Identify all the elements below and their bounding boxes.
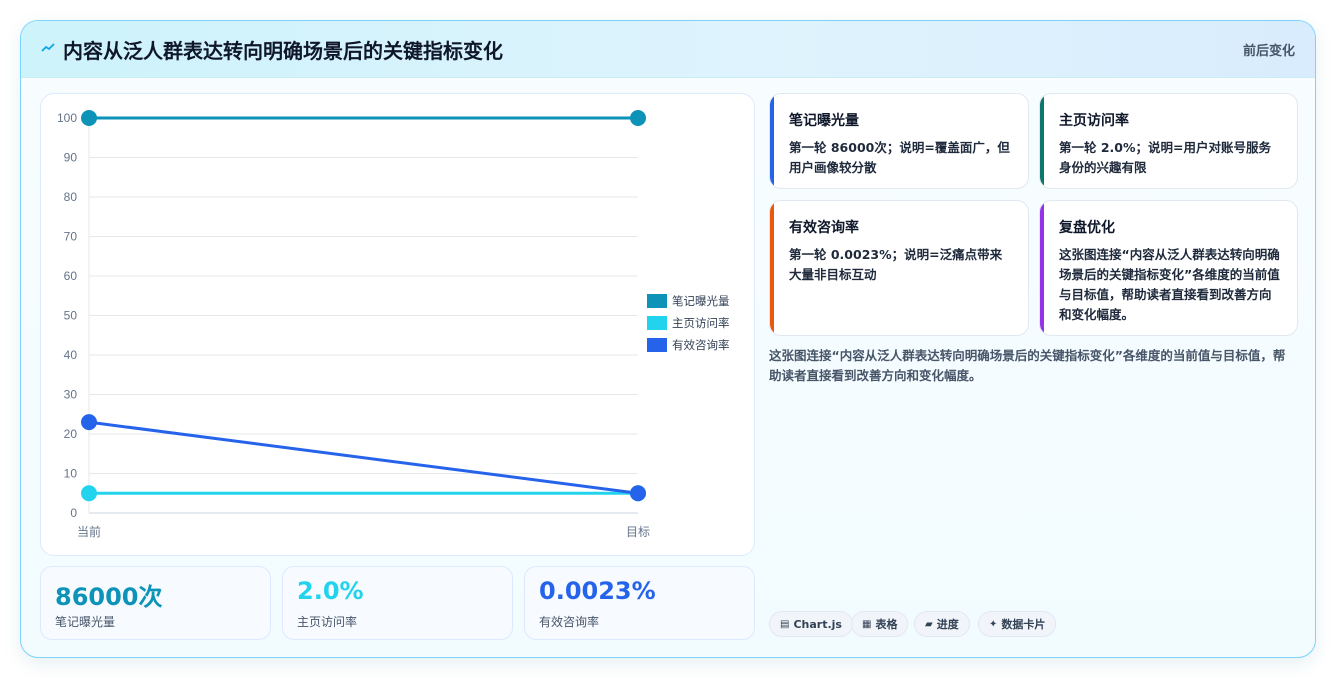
chip-label: 进度: [936, 618, 959, 631]
info-card-title: 复盘优化: [1059, 220, 1115, 236]
kpi-label: 主页访问率: [297, 615, 358, 629]
y-tick-label: 60: [64, 269, 78, 283]
kpi-label: 有效咨询率: [539, 615, 600, 629]
line-chart: 0 10 20 30 40 50 60 70 80 90 100 当前 目标 笔记曝光量主页访问率有效咨询…: [40, 93, 755, 556]
chip-progress[interactable]: ▰ 进度: [914, 611, 970, 637]
chip-label: Chart.js: [793, 617, 842, 631]
legend-label: 有效咨询率: [672, 338, 730, 352]
info-card-visit-rate: 主页访问率 第一轮 2.0%；说明=用户对账号服务身份的兴趣有限: [1039, 93, 1298, 189]
legend-swatch: [647, 338, 667, 352]
data-point: [81, 485, 97, 502]
kpi-card-visit-rate: 2.0% 主页访问率: [282, 566, 513, 640]
accent-bar: [1040, 94, 1044, 188]
y-tick-label: 40: [64, 348, 78, 362]
info-card-title: 笔记曝光量: [789, 113, 859, 129]
accent-bar: [770, 94, 774, 188]
y-tick-label: 80: [64, 190, 78, 204]
header-right-label: 前后变化: [1242, 44, 1295, 59]
chip-chartjs[interactable]: ▤ Chart.js: [769, 611, 853, 637]
info-card-review: 复盘优化 这张图连接“内容从泛人群表达转向明确场景后的关键指标变化”各维度的当前…: [1039, 200, 1298, 336]
info-card-consult-rate: 有效咨询率 第一轮 0.0023%；说明=泛痛点带来大量非目标互动: [769, 200, 1029, 336]
data-point: [81, 110, 97, 126]
y-tick-label: 100: [57, 111, 77, 125]
page-title: 内容从泛人群表达转向明确场景后的关键指标变化: [63, 39, 503, 63]
accent-bar: [1040, 201, 1044, 335]
progress-icon: ▰: [925, 618, 933, 630]
info-card-text: 这张图连接“内容从泛人群表达转向明确场景后的关键指标变化”各维度的当前值与目标值…: [1059, 247, 1280, 322]
legend-swatch: [647, 316, 667, 330]
legend-label: 笔记曝光量: [672, 294, 730, 308]
kpi-card-consult-rate: 0.0023% 有效咨询率: [524, 566, 755, 640]
chip-label: 表格: [875, 618, 898, 631]
kpi-card-exposure: 86000次 笔记曝光量: [40, 566, 271, 640]
y-tick-label: 10: [64, 467, 78, 481]
panel-header: 内容从泛人群表达转向明确场景后的关键指标变化 前后变化: [21, 21, 1315, 78]
x-tick-label: 当前: [77, 524, 101, 539]
x-tick-label: 目标: [626, 525, 650, 539]
y-tick-label: 20: [64, 427, 78, 441]
data-point: [81, 414, 97, 431]
panel-card: 内容从泛人群表达转向明确场景后的关键指标变化 前后变化 0 10 20 30 40 50 6…: [20, 20, 1316, 658]
kpi-label: 笔记曝光量: [55, 615, 116, 629]
trend-icon: [41, 43, 55, 52]
info-card-exposure: 笔记曝光量 第一轮 86000次；说明=覆盖面广，但用户画像较分散: [769, 93, 1029, 189]
y-tick-label: 0: [70, 506, 77, 520]
y-tick-label: 50: [64, 309, 78, 323]
y-tick-label: 90: [64, 151, 78, 165]
kpi-value: 86000次: [55, 583, 163, 611]
chart-icon: ▤: [780, 618, 790, 630]
data-point: [630, 110, 646, 126]
table-icon: ▦: [862, 618, 872, 630]
y-tick-label: 70: [64, 230, 78, 244]
info-card-text: 第一轮 86000次；说明=覆盖面广，但用户画像较分散: [789, 140, 1010, 175]
chart-description: 这张图连接“内容从泛人群表达转向明确场景后的关键指标变化”各维度的当前值与目标值…: [769, 348, 1286, 383]
sparkle-icon: ✦: [989, 618, 998, 630]
kpi-value: 2.0%: [297, 577, 364, 605]
info-card-title: 主页访问率: [1059, 113, 1129, 129]
chip-data-card[interactable]: ✦ 数据卡片: [978, 611, 1057, 637]
kpi-value: 0.0023%: [539, 577, 656, 605]
legend-swatch: [647, 294, 667, 308]
chip-label: 数据卡片: [1001, 618, 1046, 631]
chip-table[interactable]: ▦ 表格: [851, 611, 909, 637]
info-card-title: 有效咨询率: [789, 220, 859, 236]
chart-svg: 0 10 20 30 40 50 60 70 80 90 100 当前 目标 笔记曝光量主页访问率有效咨询…: [57, 110, 730, 539]
accent-bar: [770, 201, 774, 335]
info-card-text: 第一轮 0.0023%；说明=泛痛点带来大量非目标互动: [789, 247, 1003, 282]
y-tick-label: 30: [64, 388, 78, 402]
legend-label: 主页访问率: [672, 316, 730, 330]
info-card-text: 第一轮 2.0%；说明=用户对账号服务身份的兴趣有限: [1059, 140, 1271, 175]
data-point: [630, 485, 646, 502]
series-line: [88, 420, 639, 495]
